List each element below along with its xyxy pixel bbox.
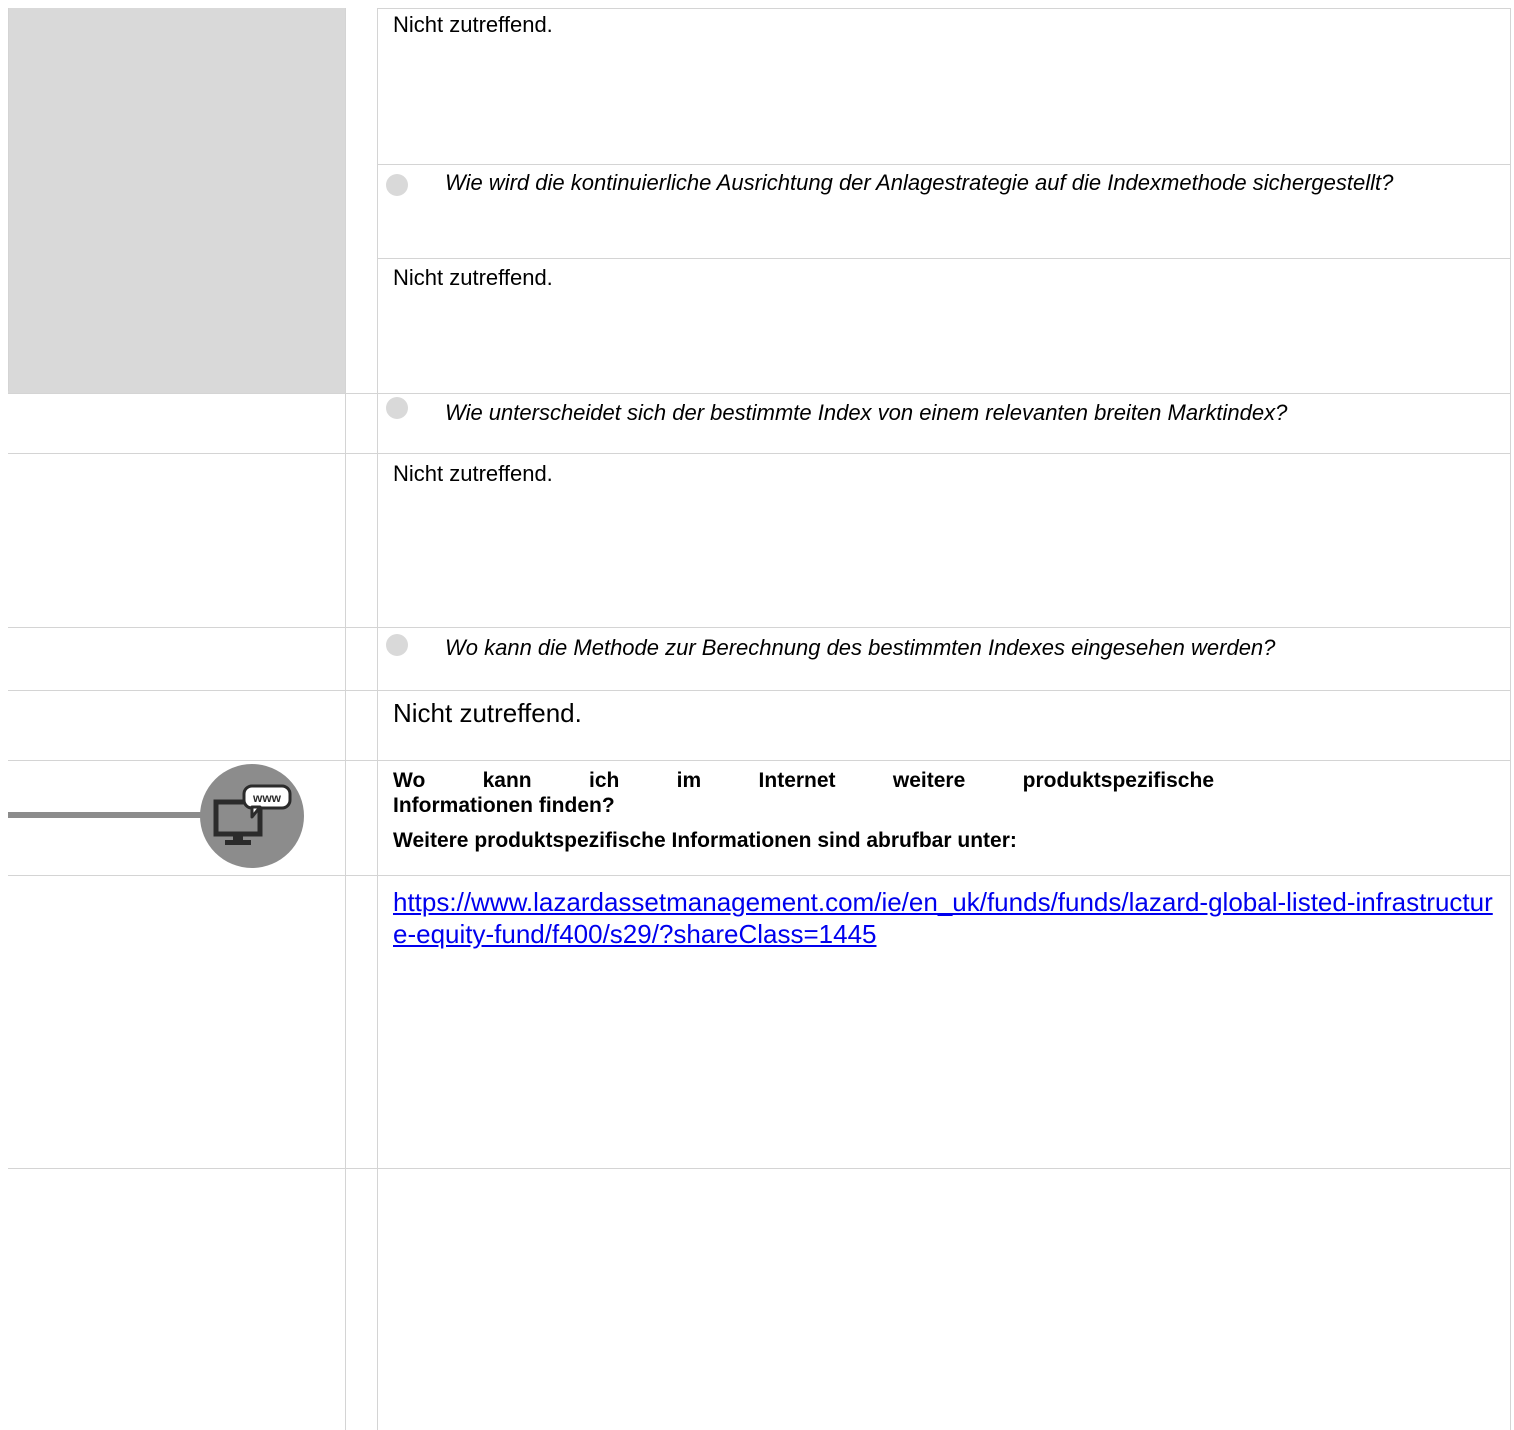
grid-line bbox=[1510, 8, 1511, 1430]
question-text: Wo kann die Methode zur Berechnung des b… bbox=[445, 635, 1276, 660]
bullet-circle bbox=[386, 397, 408, 419]
bullet-circle bbox=[386, 634, 408, 656]
grid-line bbox=[8, 875, 1511, 876]
connector-line bbox=[8, 812, 208, 818]
answer-text: Nicht zutreffend. bbox=[393, 461, 553, 486]
question-text: Wie unterscheidet sich der bestimmte Ind… bbox=[445, 400, 1288, 425]
grid-line bbox=[377, 258, 1511, 259]
product-info-link[interactable]: https://www.lazardassetmanagement.com/ie… bbox=[393, 886, 1493, 950]
grid-line bbox=[8, 453, 1511, 454]
answer-text: Nicht zutreffend. bbox=[393, 12, 553, 37]
answer-text: Nicht zutreffend. bbox=[393, 265, 553, 290]
grid-line bbox=[8, 760, 1511, 761]
question-text: Wie wird die kontinuierliche Ausrichtung… bbox=[445, 170, 1394, 195]
bullet-circle bbox=[386, 174, 408, 196]
monitor-icon: www bbox=[213, 784, 292, 845]
web-monitor-icon: www bbox=[200, 764, 304, 868]
grid-line bbox=[8, 1168, 1511, 1169]
section-heading: Wo kann ich im Internet weitere produkts… bbox=[393, 769, 1214, 792]
grid-line bbox=[345, 8, 346, 1430]
grid-line bbox=[8, 627, 1511, 628]
margin-grey-block bbox=[8, 8, 345, 393]
grid-line bbox=[8, 690, 1511, 691]
web-icon-label: www bbox=[252, 791, 282, 805]
section-subheading: Weitere produktspezifische Informationen… bbox=[393, 829, 1017, 852]
grid-line bbox=[377, 8, 1511, 9]
grid-line bbox=[8, 393, 1511, 394]
grid-line bbox=[377, 8, 378, 1430]
grid-line bbox=[377, 164, 1511, 165]
section-heading-cont: Informationen finden? bbox=[393, 794, 615, 817]
answer-text: Nicht zutreffend. bbox=[393, 698, 582, 728]
grid-line bbox=[8, 8, 9, 391]
